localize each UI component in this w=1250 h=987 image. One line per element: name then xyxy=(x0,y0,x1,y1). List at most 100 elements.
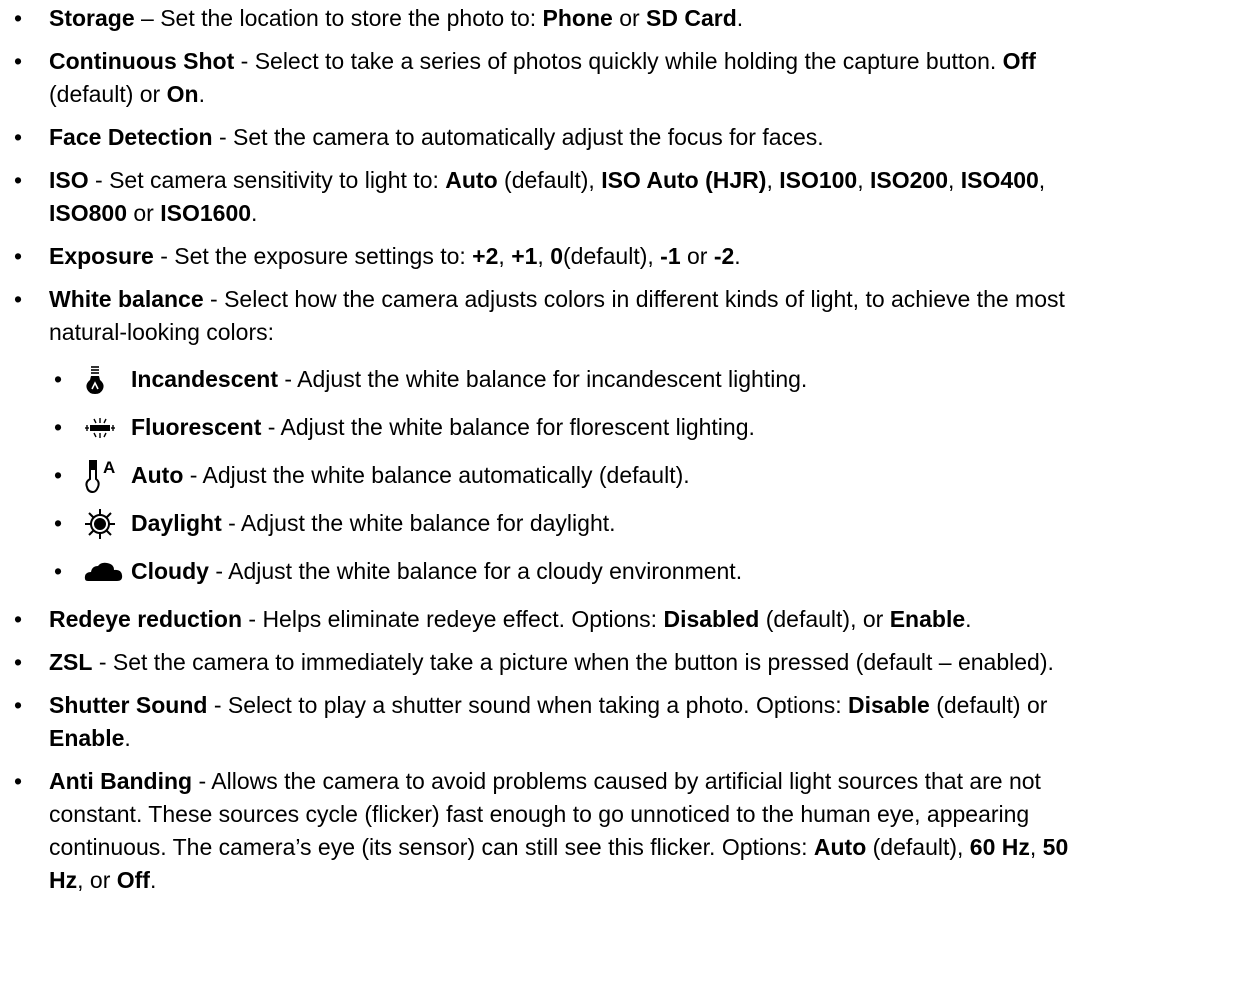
option-term: +2 xyxy=(472,243,499,269)
list-item-text: Continuous Shot - Select to take a serie… xyxy=(49,48,1036,107)
option-term: Daylight xyxy=(131,510,222,536)
description-text: , xyxy=(857,167,870,193)
bullet: • xyxy=(14,243,23,269)
description-text: or xyxy=(680,243,714,269)
description-text: - Set the camera to automatically adjust… xyxy=(212,124,824,150)
bullet: • xyxy=(14,167,23,193)
description-text: (default), xyxy=(497,167,602,193)
option-term: ISO Auto (HJR) xyxy=(601,167,767,193)
sub-list-item-text: Incandescent - Adjust the white balance … xyxy=(131,366,807,392)
option-term: ISO xyxy=(49,167,89,193)
list-item: • White balance - Select how the camera a… xyxy=(0,283,1250,349)
option-term: Exposure xyxy=(49,243,154,269)
list-item: • Storage – Set the location to store the… xyxy=(0,2,1250,35)
description-text: - Select to take a series of photos quic… xyxy=(234,48,1003,74)
bullet: • xyxy=(54,366,63,392)
sub-list-item-text: Daylight - Adjust the white balance for … xyxy=(131,510,616,536)
list-item-text: Redeye reduction - Helps eliminate redey… xyxy=(49,606,972,632)
description-text: - Adjust the white balance for daylight. xyxy=(221,510,616,536)
description-text: , xyxy=(1029,834,1043,860)
option-term: Cloudy xyxy=(131,558,209,584)
daylight-sun-icon xyxy=(84,507,128,540)
description-text: - Adjust the white balance for a cloudy … xyxy=(208,558,743,584)
option-term: ISO200 xyxy=(870,167,948,193)
list-item: • Face Detection - Set the camera to auto… xyxy=(0,121,1250,154)
option-term: Off xyxy=(116,867,150,893)
description-text: (default) or xyxy=(936,692,1048,718)
option-term: Auto xyxy=(131,462,184,488)
description-text: (default), or xyxy=(759,606,890,632)
list-item: • Continuous Shot - Select to take a seri… xyxy=(0,45,1250,111)
bullet: • xyxy=(14,768,23,794)
description-text: - Adjust the white balance for florescen… xyxy=(261,414,755,440)
camera-settings-list: • Storage – Set the location to store the… xyxy=(0,0,1250,897)
list-item-text: ISO - Set camera sensitivity to light to… xyxy=(49,167,1045,226)
option-term: Anti Banding xyxy=(49,768,193,794)
bullet: • xyxy=(54,462,63,488)
option-term: 60 Hz xyxy=(969,834,1030,860)
description-text: , or xyxy=(77,867,117,893)
sub-list-item: • Cloudy - Adjust the white balance for a… xyxy=(0,555,1250,588)
list-item: • ISO - Set camera sensitivity to light t… xyxy=(0,164,1250,230)
description-text: , xyxy=(498,243,512,269)
option-term: Shutter Sound xyxy=(49,692,208,718)
description-text: (default), xyxy=(866,834,970,860)
bullet: • xyxy=(54,510,63,536)
option-term: White balance xyxy=(49,286,204,312)
option-term: Auto xyxy=(813,834,867,860)
description-text: , xyxy=(766,167,780,193)
option-term: -1 xyxy=(660,243,681,269)
description-text: , xyxy=(948,167,961,193)
bullet: • xyxy=(14,649,23,675)
option-term: Phone xyxy=(542,5,613,31)
description-text: . xyxy=(149,867,157,893)
description-text: - Adjust the white balance for incandesc… xyxy=(278,366,808,392)
list-item: • Redeye reduction - Helps eliminate rede… xyxy=(0,603,1250,636)
option-term: Enable xyxy=(49,725,125,751)
sub-list-item: • Incandescent - Adjust the white balance… xyxy=(0,363,1250,396)
sub-list-item-text: Fluorescent - Adjust the white balance f… xyxy=(131,414,755,440)
description-text: , xyxy=(1038,167,1046,193)
sub-list-item-text: Cloudy - Adjust the white balance for a … xyxy=(131,558,742,584)
cloudy-icon xyxy=(84,555,128,588)
sub-list-item-text: Auto - Adjust the white balance automati… xyxy=(131,462,690,488)
description-text: – Set the location to store the photo to… xyxy=(134,5,543,31)
option-term: +1 xyxy=(511,243,538,269)
bullet: • xyxy=(14,48,23,74)
option-term: 0 xyxy=(550,243,563,269)
list-item-text: Anti Banding - Allows the camera to avoi… xyxy=(49,768,1068,893)
description-text: (default) or xyxy=(49,81,161,107)
description-text: (default), xyxy=(563,243,661,269)
option-term: Auto xyxy=(445,167,498,193)
option-term: Fluorescent xyxy=(131,414,262,440)
option-term: Off xyxy=(1002,48,1036,74)
sub-list-item: • Daylight - Adjust the white balance for… xyxy=(0,507,1250,540)
list-item-text: Storage – Set the location to store the … xyxy=(49,5,743,31)
sub-list-item: • A Auto - Adjust the white balance automa… xyxy=(0,459,1250,493)
list-item-text: Exposure - Set the exposure settings to:… xyxy=(49,243,741,269)
description-text: or xyxy=(612,5,647,31)
list-item: • Anti Banding - Allows the camera to avo… xyxy=(0,765,1250,897)
svg-text:A: A xyxy=(103,459,115,477)
option-term: -2 xyxy=(713,243,735,269)
bullet: • xyxy=(14,124,23,150)
sub-list: • Incandescent - Adjust the white balance… xyxy=(0,359,1250,588)
description-text: or xyxy=(127,200,161,226)
list-item: • Shutter Sound - Select to play a shutte… xyxy=(0,689,1250,755)
list-item: • Exposure - Set the exposure settings to… xyxy=(0,240,1250,273)
option-term: Continuous Shot xyxy=(49,48,235,74)
auto-white-balance-icon: A xyxy=(84,459,128,493)
option-term: ISO100 xyxy=(779,167,858,193)
description-text: - Set the exposure settings to: xyxy=(153,243,473,269)
option-term: On xyxy=(166,81,199,107)
list-item: • ZSL - Set the camera to immediately tak… xyxy=(0,646,1250,679)
description-text: . xyxy=(124,725,131,751)
option-term: Disabled xyxy=(663,606,760,632)
description-text: - Adjust the white balance automatically… xyxy=(183,462,690,488)
list-item-text: Face Detection - Set the camera to autom… xyxy=(49,124,824,150)
description-text: . xyxy=(251,200,258,226)
bullet: • xyxy=(54,558,63,584)
description-text: . xyxy=(198,81,205,107)
description-text: . xyxy=(965,606,972,632)
bullet: • xyxy=(54,414,63,440)
